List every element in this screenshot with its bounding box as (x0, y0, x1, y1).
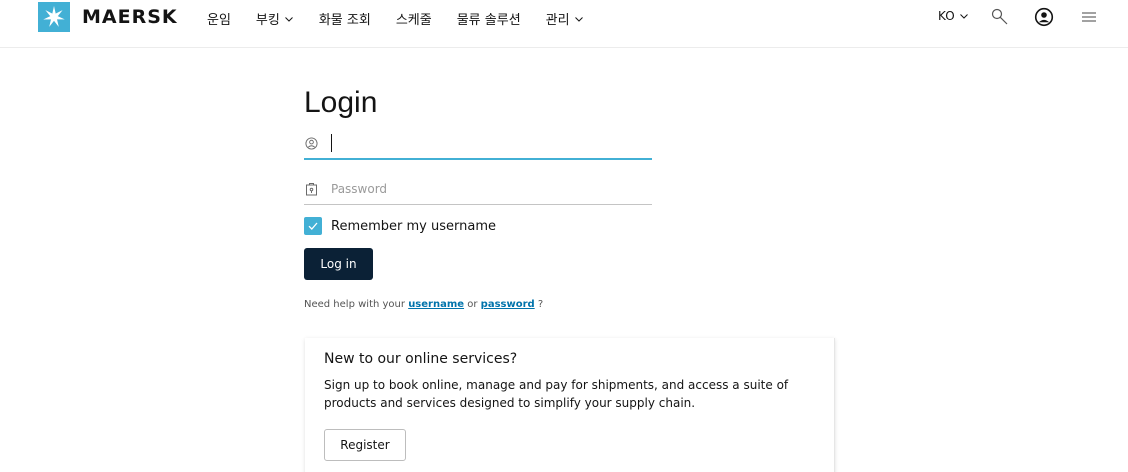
forgot-username-link[interactable]: username (408, 299, 464, 310)
user-account-button[interactable] (1033, 6, 1055, 28)
remember-label: Remember my username (331, 218, 496, 234)
top-navigation-bar: MAERSK 운임 부킹 화물 조회 스케줄 물류 솔루션 관리 KO (0, 0, 1128, 48)
user-icon (305, 136, 319, 150)
brand-name: MAERSK (82, 6, 178, 28)
lock-icon (305, 182, 319, 196)
language-selector-wrap: KO (938, 9, 969, 23)
star-logo-icon (38, 2, 70, 32)
menu-button[interactable] (1078, 6, 1100, 28)
hamburger-menu-icon (1082, 12, 1096, 22)
language-selector[interactable]: KO (938, 9, 969, 23)
help-suffix: ? (537, 299, 544, 310)
login-button[interactable]: Log in (304, 248, 373, 280)
help-text: Need help with your username or password… (304, 299, 543, 310)
password-input[interactable] (331, 181, 631, 196)
chevron-down-icon (284, 16, 293, 22)
nav-item-schedules[interactable]: 스케줄 (396, 9, 432, 28)
user-account-icon (1034, 7, 1054, 27)
chevron-down-icon (574, 16, 583, 22)
nav-item-label: 물류 솔루션 (456, 13, 521, 28)
help-prefix: Need help with your (304, 299, 405, 310)
remember-username: Remember my username (304, 217, 496, 235)
remember-checkbox[interactable] (304, 217, 322, 235)
password-field[interactable] (304, 173, 652, 205)
register-card: New to our online services? Sign up to b… (305, 338, 835, 472)
nav-item-booking[interactable]: 부킹 (256, 9, 294, 28)
nav-item-label: 부킹 (255, 13, 280, 28)
help-middle: or (467, 299, 478, 310)
page-title: Login (304, 86, 378, 119)
language-code: KO (938, 9, 955, 23)
nav-item-label: 스케줄 (395, 13, 432, 28)
username-field[interactable] (304, 128, 652, 160)
nav-item-rates[interactable]: 운임 (207, 9, 231, 28)
nav-item-logistics-solutions[interactable]: 물류 솔루션 (457, 9, 521, 28)
chevron-down-icon (959, 14, 968, 19)
main-nav: 운임 부킹 화물 조회 스케줄 물류 솔루션 관리 (207, 9, 609, 28)
register-button[interactable]: Register (324, 429, 406, 461)
nav-item-label: 운임 (207, 13, 231, 28)
register-card-title: New to our online services? (324, 351, 518, 367)
search-icon (991, 8, 1008, 25)
forgot-password-link[interactable]: password (481, 299, 535, 310)
nav-item-label: 관리 (545, 13, 570, 28)
checkmark-icon (308, 222, 318, 230)
register-card-description: Sign up to book online, manage and pay f… (324, 378, 789, 410)
maersk-logo[interactable]: MAERSK (38, 2, 178, 32)
nav-item-manage[interactable]: 관리 (546, 9, 584, 28)
nav-item-label: 화물 조회 (318, 13, 371, 28)
username-input[interactable] (332, 136, 632, 150)
nav-item-tracking[interactable]: 화물 조회 (319, 9, 371, 28)
search-button[interactable] (989, 6, 1011, 28)
